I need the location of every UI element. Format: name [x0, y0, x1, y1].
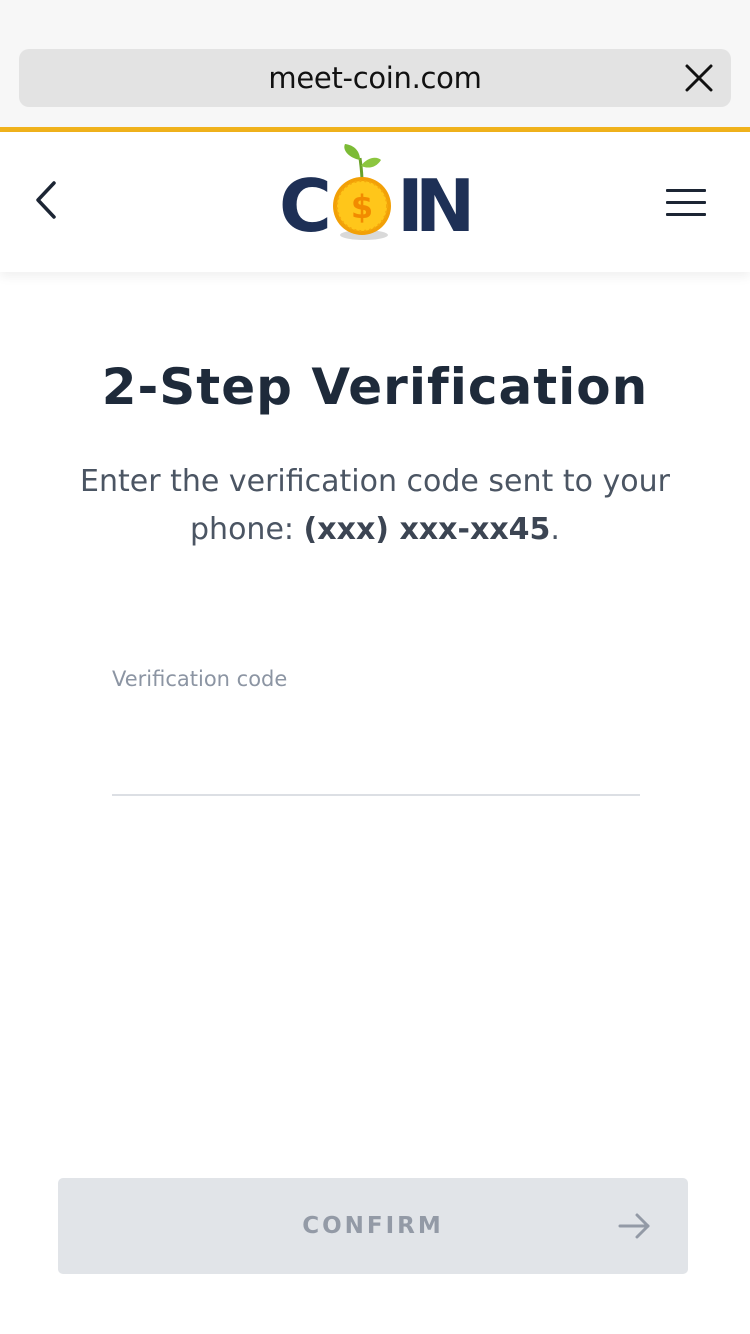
confirm-label: CONFIRM [302, 1213, 444, 1239]
verification-code-input[interactable] [112, 712, 640, 796]
hamburger-menu-icon-line [666, 212, 706, 216]
verification-code-label: Verification code [112, 667, 288, 691]
url-text: meet-coin.com [268, 61, 482, 95]
instruction-suffix: . [550, 512, 560, 547]
page-title: 2-Step Verification [101, 358, 649, 416]
site-header: C $ I N [0, 132, 750, 272]
browser-address-bar: meet-coin.com [0, 0, 750, 129]
coin-dollar-symbol: $ [351, 188, 373, 226]
close-button[interactable] [679, 58, 719, 98]
dollar-coin-sprout-icon: $ [333, 144, 391, 240]
hamburger-menu-icon-line [666, 200, 706, 204]
confirm-button[interactable]: CONFIRM [58, 1178, 688, 1274]
menu-button[interactable] [660, 180, 712, 224]
logo-letter-c: C [279, 164, 332, 248]
coin-logo[interactable]: C $ I N [275, 140, 475, 252]
chevron-left-icon [36, 181, 56, 219]
close-icon [685, 64, 713, 92]
instruction-text: Enter the verification code sent to your… [80, 458, 670, 554]
arrow-right-icon [618, 1213, 650, 1239]
hamburger-menu-icon [666, 188, 706, 192]
url-field[interactable]: meet-coin.com [19, 49, 731, 107]
back-button[interactable] [22, 172, 72, 228]
masked-phone-number: (xxx) xxx-xx45 [303, 512, 551, 547]
logo-letter-n: N [415, 164, 476, 248]
